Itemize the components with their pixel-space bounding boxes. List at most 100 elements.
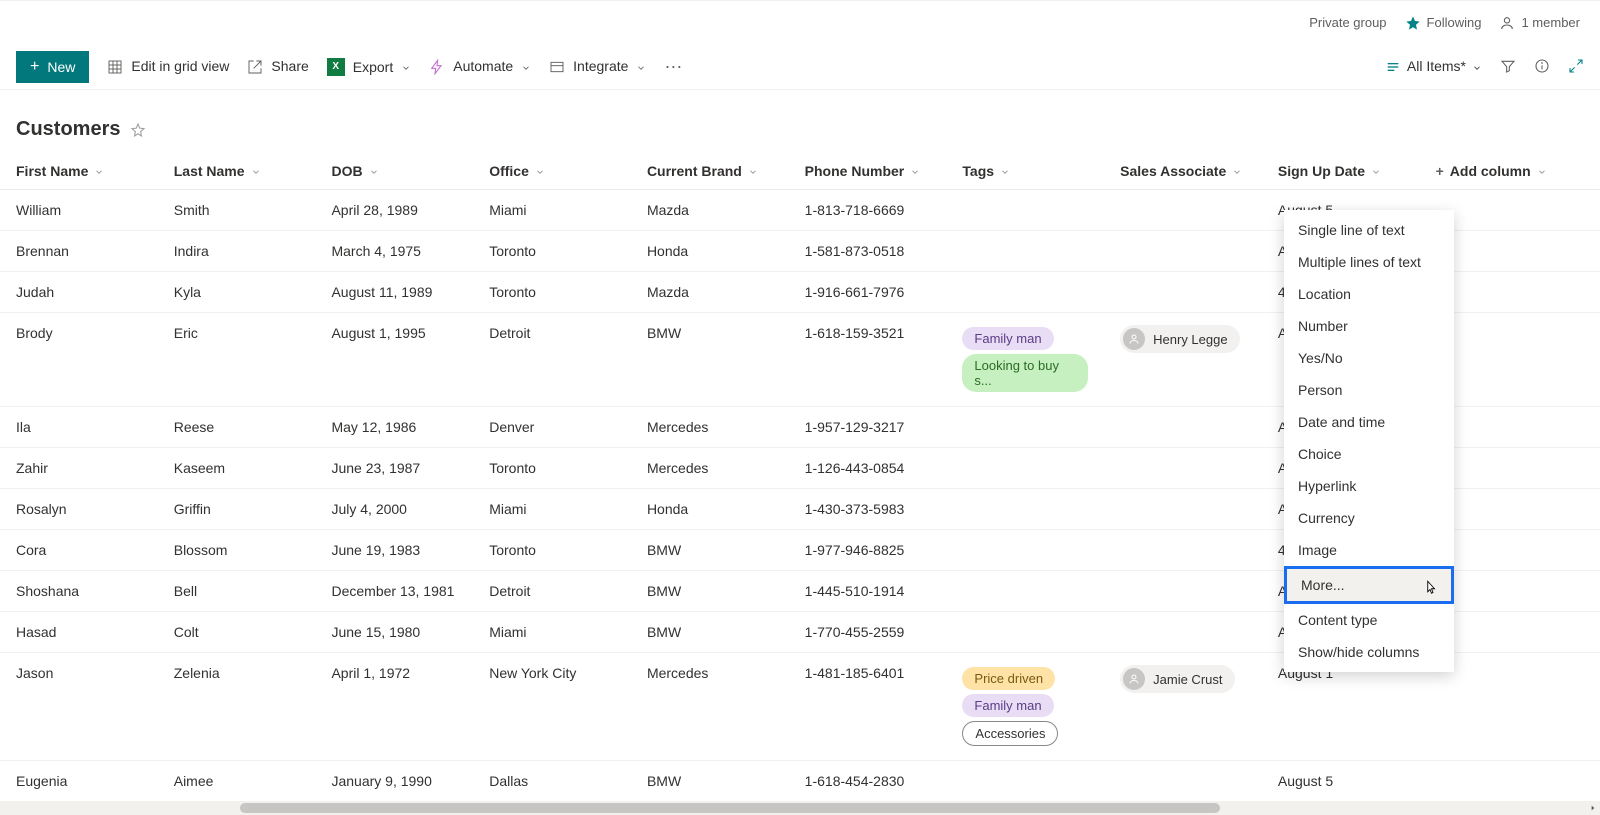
cell-last-name: Smith — [158, 190, 316, 231]
cell-sales-associate — [1104, 571, 1262, 612]
column-header-last-name[interactable]: Last Name — [174, 163, 261, 179]
cell-sales-associate — [1104, 407, 1262, 448]
dropdown-item[interactable]: Currency — [1284, 502, 1454, 534]
horizontal-scrollbar-track[interactable] — [0, 801, 1586, 815]
cell-dob: August 1, 1995 — [315, 313, 473, 407]
dropdown-item[interactable]: Show/hide columns — [1284, 636, 1454, 668]
filter-button[interactable] — [1500, 58, 1516, 74]
dropdown-item[interactable]: Yes/No — [1284, 342, 1454, 374]
scrollbar-right-arrow[interactable] — [1586, 801, 1600, 815]
dropdown-item[interactable]: Content type — [1284, 604, 1454, 636]
add-column-button[interactable]: + Add column — [1436, 163, 1547, 179]
associate-name: Henry Legge — [1153, 332, 1227, 347]
tag-chip: Price driven — [962, 667, 1055, 690]
favorite-star-button[interactable] — [130, 121, 146, 138]
cell-dob: December 13, 1981 — [315, 571, 473, 612]
cell-dob: April 1, 1972 — [315, 653, 473, 761]
chevron-down-icon — [251, 163, 261, 179]
share-button[interactable]: Share — [247, 58, 308, 75]
cell-last-name: Eric — [158, 313, 316, 407]
list-title: Customers — [16, 118, 120, 141]
cell-office: Miami — [473, 489, 631, 530]
automate-button[interactable]: Automate — [429, 58, 531, 75]
integrate-button[interactable]: Integrate — [549, 58, 646, 75]
cell-tags — [946, 272, 1104, 313]
cell-dob: July 4, 2000 — [315, 489, 473, 530]
cell-office: Miami — [473, 612, 631, 653]
avatar-icon — [1123, 328, 1145, 350]
export-button[interactable]: X Export — [327, 58, 411, 76]
cell-dob: May 12, 1986 — [315, 407, 473, 448]
cell-office: Toronto — [473, 231, 631, 272]
export-label: Export — [353, 59, 393, 75]
cell-phone: 1-957-129-3217 — [789, 407, 947, 448]
more-horizontal-icon: ··· — [664, 56, 682, 77]
info-button[interactable] — [1534, 58, 1550, 74]
dropdown-item[interactable]: Date and time — [1284, 406, 1454, 438]
column-header-label: First Name — [16, 163, 88, 179]
column-header-first-name[interactable]: First Name — [16, 163, 104, 179]
cell-tags — [946, 448, 1104, 489]
chevron-down-icon — [521, 58, 531, 74]
share-icon — [247, 58, 263, 75]
tag-chip: Family man — [962, 694, 1053, 717]
dropdown-item[interactable]: Image — [1284, 534, 1454, 566]
new-button[interactable]: + New — [16, 51, 89, 83]
integrate-icon — [549, 58, 565, 75]
dropdown-item[interactable]: Choice — [1284, 438, 1454, 470]
cell-first-name: Judah — [0, 272, 158, 313]
cell-brand: BMW — [631, 530, 789, 571]
column-header-current-brand[interactable]: Current Brand — [647, 163, 758, 179]
cell-sales-associate — [1104, 231, 1262, 272]
dropdown-item[interactable]: Hyperlink — [1284, 470, 1454, 502]
cell-first-name: Cora — [0, 530, 158, 571]
cell-first-name: Zahir — [0, 448, 158, 489]
cell-brand: Mazda — [631, 272, 789, 313]
cell-last-name: Indira — [158, 231, 316, 272]
cell-last-name: Zelenia — [158, 653, 316, 761]
share-label: Share — [271, 58, 308, 74]
following-toggle[interactable]: Following — [1405, 14, 1482, 31]
column-header-tags[interactable]: Tags — [962, 163, 1010, 179]
chevron-down-icon — [369, 163, 379, 179]
cell-tags: Family manLooking to buy s... — [946, 313, 1104, 407]
view-name-label: All Items* — [1407, 58, 1466, 74]
cell-office: Detroit — [473, 571, 631, 612]
dropdown-item[interactable]: Single line of text — [1284, 214, 1454, 246]
table-row[interactable]: EugeniaAimeeJanuary 9, 1990DallasBMW1-61… — [0, 761, 1600, 802]
chevron-down-icon — [1000, 163, 1010, 179]
dropdown-item[interactable]: Multiple lines of text — [1284, 246, 1454, 278]
cell-tags — [946, 612, 1104, 653]
following-label: Following — [1427, 15, 1482, 30]
chevron-down-icon — [748, 163, 758, 179]
dropdown-item[interactable]: Location — [1284, 278, 1454, 310]
expand-button[interactable] — [1568, 58, 1584, 74]
cell-add-column — [1420, 761, 1600, 802]
column-header-label: DOB — [331, 163, 362, 179]
tag-chip: Looking to buy s... — [962, 354, 1088, 392]
member-count[interactable]: 1 member — [1499, 14, 1580, 31]
edit-in-grid-button[interactable]: Edit in grid view — [107, 58, 229, 75]
column-header-office[interactable]: Office — [489, 163, 545, 179]
cell-brand: Honda — [631, 231, 789, 272]
dropdown-item[interactable]: Person — [1284, 374, 1454, 406]
table-header-row: First Name Last Name DOB Office Current … — [0, 153, 1600, 190]
associate-chip: Henry Legge — [1120, 325, 1239, 353]
column-header-phone[interactable]: Phone Number — [805, 163, 921, 179]
cell-office: Toronto — [473, 530, 631, 571]
column-header-label: Sign Up Date — [1278, 163, 1365, 179]
column-header-sales-associate[interactable]: Sales Associate — [1120, 163, 1242, 179]
dropdown-item[interactable]: More... — [1284, 566, 1454, 604]
cell-sales-associate — [1104, 489, 1262, 530]
column-header-dob[interactable]: DOB — [331, 163, 378, 179]
chevron-down-icon — [535, 163, 545, 179]
chevron-down-icon — [910, 163, 920, 179]
horizontal-scrollbar-thumb[interactable] — [240, 803, 1220, 813]
view-switcher[interactable]: All Items* — [1385, 58, 1482, 75]
cell-dob: March 4, 1975 — [315, 231, 473, 272]
dropdown-item[interactable]: Number — [1284, 310, 1454, 342]
column-header-sign-up-date[interactable]: Sign Up Date — [1278, 163, 1381, 179]
more-commands-button[interactable]: ··· — [664, 56, 682, 77]
cell-last-name: Bell — [158, 571, 316, 612]
cell-tags — [946, 489, 1104, 530]
